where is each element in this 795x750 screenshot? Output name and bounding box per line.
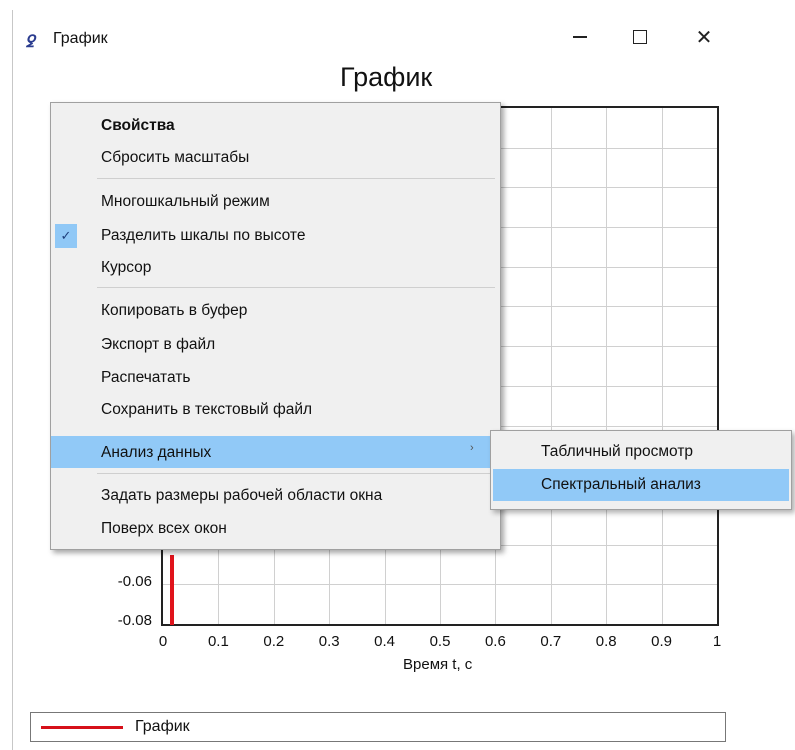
menu-item-label: Свойства: [101, 117, 175, 134]
grid-line-vertical: [550, 108, 552, 624]
minimize-button[interactable]: [557, 18, 603, 56]
menu-separator: [97, 178, 495, 179]
menu-separator: [97, 473, 495, 474]
menu-item-data-analysis[interactable]: Анализ данных ›: [51, 436, 500, 468]
legend-label: График: [135, 718, 190, 735]
x-tick-label: 0.1: [207, 633, 229, 650]
x-tick-label: 0.3: [318, 633, 340, 650]
menu-item-label: Задать размеры рабочей области окна: [101, 487, 383, 504]
menu-item-label: Курсор: [101, 259, 152, 276]
x-tick-label: 0.5: [429, 633, 451, 650]
menu-item-copy-to-clipboard[interactable]: Копировать в буфер: [51, 296, 500, 326]
maximize-button[interactable]: [617, 18, 663, 56]
grid-line-vertical: [606, 108, 608, 624]
y-tick-label: -0.06: [117, 573, 152, 590]
close-button[interactable]: ✕: [681, 18, 727, 56]
checkmark-icon: ✓: [55, 224, 77, 248]
data-analysis-submenu: Табличный просмотр Спектральный анализ: [490, 430, 792, 510]
submenu-item-table-view[interactable]: Табличный просмотр: [493, 436, 789, 468]
menu-item-label: Экспорт в файл: [101, 336, 216, 353]
window-title: График: [53, 30, 108, 47]
menu-item-label: Сбросить масштабы: [101, 149, 250, 166]
menu-item-label: Многошкальный режим: [101, 193, 270, 210]
menu-item-multiscale-mode[interactable]: Многошкальный режим: [51, 187, 500, 217]
submenu-item-label: Табличный просмотр: [541, 443, 694, 460]
menu-item-set-window-size[interactable]: Задать размеры рабочей области окна: [51, 481, 500, 511]
menu-item-label: Анализ данных: [101, 444, 212, 461]
x-tick-label: 0.6: [484, 633, 506, 650]
x-tick-label: 0.8: [595, 633, 617, 650]
menu-item-print[interactable]: Распечатать: [51, 363, 500, 393]
submenu-arrow-icon: ›: [470, 442, 474, 454]
submenu-item-label: Спектральный анализ: [541, 476, 701, 493]
context-menu: Свойства Сбросить масштабы Многошкальный…: [50, 102, 501, 550]
menu-item-label: Распечатать: [101, 369, 191, 386]
x-tick-label: 1: [712, 633, 722, 650]
menu-item-properties[interactable]: Свойства: [51, 111, 500, 141]
submenu-item-spectral-analysis[interactable]: Спектральный анализ: [493, 469, 789, 501]
menu-item-cursor[interactable]: Курсор: [51, 253, 500, 283]
close-icon: ✕: [695, 26, 713, 49]
maximize-icon: [633, 30, 647, 44]
grid-line-horizontal: [163, 584, 717, 586]
plot-title: График: [340, 62, 433, 92]
menu-item-save-text-file[interactable]: Сохранить в текстовый файл: [51, 395, 500, 425]
legend-series-swatch: [41, 726, 123, 729]
grid-line-vertical: [661, 108, 663, 624]
series-line: [170, 555, 174, 625]
x-tick-label: 0.4: [374, 633, 396, 650]
menu-item-label: Копировать в буфер: [101, 302, 248, 319]
menu-item-always-on-top[interactable]: Поверх всех окон: [51, 514, 500, 544]
menu-item-reset-scales[interactable]: Сбросить масштабы: [51, 143, 500, 173]
menu-item-split-scales[interactable]: ✓ Разделить шкалы по высоте: [51, 221, 500, 251]
minimize-icon: [573, 36, 587, 38]
legend: График: [30, 712, 726, 742]
x-tick-label: 0: [158, 633, 168, 650]
menu-item-label: Поверх всех окон: [101, 520, 227, 537]
menu-item-label: Разделить шкалы по высоте: [101, 227, 306, 244]
y-tick-label: -0.08: [117, 612, 152, 629]
menu-separator: [97, 287, 495, 288]
menu-item-export-to-file[interactable]: Экспорт в файл: [51, 330, 500, 360]
menu-item-label: Сохранить в текстовый файл: [101, 401, 313, 418]
x-axis-label: Время t, с: [403, 656, 473, 673]
x-tick-label: 0.9: [651, 633, 673, 650]
x-tick-label: 0.7: [540, 633, 562, 650]
app-logo-icon: ꝿ: [25, 34, 35, 51]
title-bar[interactable]: ꝿ График ✕: [13, 10, 738, 62]
x-tick-label: 0.2: [263, 633, 285, 650]
